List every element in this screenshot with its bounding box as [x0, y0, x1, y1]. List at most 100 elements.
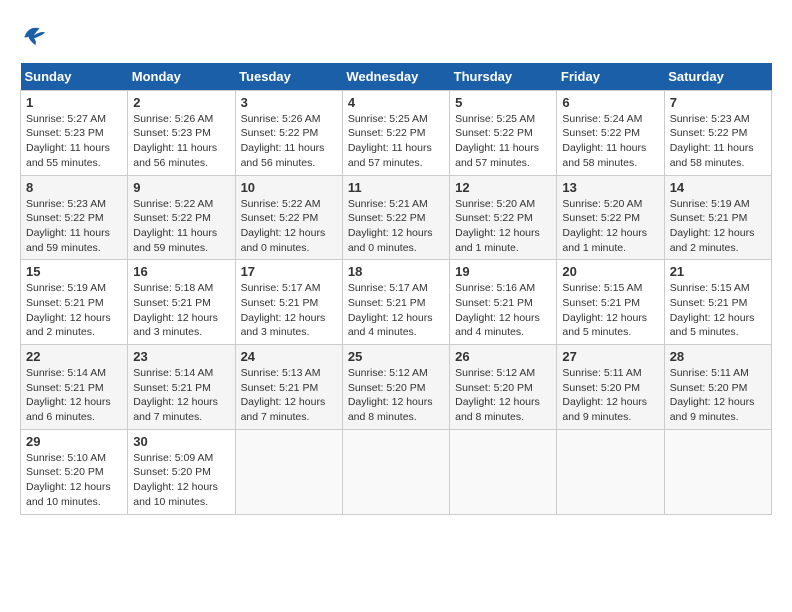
day-info: Sunrise: 5:17 AMSunset: 5:21 PMDaylight:…	[348, 281, 444, 340]
day-info: Sunrise: 5:17 AMSunset: 5:21 PMDaylight:…	[241, 281, 337, 340]
weekday-header-wednesday: Wednesday	[342, 63, 449, 91]
day-number: 8	[26, 180, 122, 195]
weekday-header-sunday: Sunday	[21, 63, 128, 91]
day-info: Sunrise: 5:15 AMSunset: 5:21 PMDaylight:…	[670, 281, 766, 340]
calendar-cell: 15 Sunrise: 5:19 AMSunset: 5:21 PMDayligh…	[21, 260, 128, 345]
calendar-cell: 9Sunrise: 5:22 AMSunset: 5:22 PMDaylight…	[128, 175, 235, 260]
calendar-cell: 29 Sunrise: 5:10 AMSunset: 5:20 PMDayligh…	[21, 429, 128, 514]
day-number: 12	[455, 180, 551, 195]
day-number: 18	[348, 264, 444, 279]
day-info: Sunrise: 5:22 AMSunset: 5:22 PMDaylight:…	[241, 197, 337, 256]
calendar-cell	[557, 429, 664, 514]
weekday-header-tuesday: Tuesday	[235, 63, 342, 91]
calendar-cell	[450, 429, 557, 514]
calendar-cell: 17 Sunrise: 5:17 AMSunset: 5:21 PMDayligh…	[235, 260, 342, 345]
day-info: Sunrise: 5:13 AMSunset: 5:21 PMDaylight:…	[241, 366, 337, 425]
calendar-cell: 30 Sunrise: 5:09 AMSunset: 5:20 PMDayligh…	[128, 429, 235, 514]
day-info: Sunrise: 5:26 AMSunset: 5:23 PMDaylight:…	[133, 112, 229, 171]
week-row-3: 15 Sunrise: 5:19 AMSunset: 5:21 PMDayligh…	[21, 260, 772, 345]
calendar-cell: 4Sunrise: 5:25 AMSunset: 5:22 PMDaylight…	[342, 90, 449, 175]
week-row-2: 8 Sunrise: 5:23 AMSunset: 5:22 PMDaylight…	[21, 175, 772, 260]
day-number: 29	[26, 434, 122, 449]
day-info: Sunrise: 5:25 AMSunset: 5:22 PMDaylight:…	[455, 112, 551, 171]
weekday-header-saturday: Saturday	[664, 63, 771, 91]
calendar-table: SundayMondayTuesdayWednesdayThursdayFrid…	[20, 63, 772, 515]
calendar-cell	[235, 429, 342, 514]
week-row-1: 1Sunrise: 5:27 AMSunset: 5:23 PMDaylight…	[21, 90, 772, 175]
day-info: Sunrise: 5:26 AMSunset: 5:22 PMDaylight:…	[241, 112, 337, 171]
day-info: Sunrise: 5:16 AMSunset: 5:21 PMDaylight:…	[455, 281, 551, 340]
calendar-cell: 16 Sunrise: 5:18 AMSunset: 5:21 PMDayligh…	[128, 260, 235, 345]
day-number: 16	[133, 264, 229, 279]
weekday-header-thursday: Thursday	[450, 63, 557, 91]
day-number: 25	[348, 349, 444, 364]
calendar-cell: 8 Sunrise: 5:23 AMSunset: 5:22 PMDaylight…	[21, 175, 128, 260]
calendar-cell: 1Sunrise: 5:27 AMSunset: 5:23 PMDaylight…	[21, 90, 128, 175]
calendar-cell: 21 Sunrise: 5:15 AMSunset: 5:21 PMDayligh…	[664, 260, 771, 345]
day-number: 10	[241, 180, 337, 195]
logo	[20, 20, 48, 53]
day-number: 6	[562, 95, 658, 110]
day-info: Sunrise: 5:12 AMSunset: 5:20 PMDaylight:…	[455, 366, 551, 425]
calendar-cell: 3 Sunrise: 5:26 AMSunset: 5:22 PMDaylight…	[235, 90, 342, 175]
day-number: 13	[562, 180, 658, 195]
day-info: Sunrise: 5:15 AMSunset: 5:21 PMDaylight:…	[562, 281, 658, 340]
day-info: Sunrise: 5:19 AMSunset: 5:21 PMDaylight:…	[670, 197, 766, 256]
day-number: 24	[241, 349, 337, 364]
calendar-cell: 5Sunrise: 5:25 AMSunset: 5:22 PMDaylight…	[450, 90, 557, 175]
day-number: 2	[133, 95, 229, 110]
calendar-cell: 14 Sunrise: 5:19 AMSunset: 5:21 PMDayligh…	[664, 175, 771, 260]
calendar-cell: 22 Sunrise: 5:14 AMSunset: 5:21 PMDayligh…	[21, 345, 128, 430]
day-info: Sunrise: 5:14 AMSunset: 5:21 PMDaylight:…	[133, 366, 229, 425]
page-header	[20, 20, 772, 53]
day-info: Sunrise: 5:20 AMSunset: 5:22 PMDaylight:…	[562, 197, 658, 256]
day-info: Sunrise: 5:18 AMSunset: 5:21 PMDaylight:…	[133, 281, 229, 340]
calendar-body: 1Sunrise: 5:27 AMSunset: 5:23 PMDaylight…	[21, 90, 772, 514]
calendar-cell: 27 Sunrise: 5:11 AMSunset: 5:20 PMDayligh…	[557, 345, 664, 430]
day-info: Sunrise: 5:19 AMSunset: 5:21 PMDaylight:…	[26, 281, 122, 340]
calendar-cell	[664, 429, 771, 514]
day-number: 19	[455, 264, 551, 279]
calendar-cell: 13 Sunrise: 5:20 AMSunset: 5:22 PMDayligh…	[557, 175, 664, 260]
day-number: 22	[26, 349, 122, 364]
day-number: 28	[670, 349, 766, 364]
weekday-header-friday: Friday	[557, 63, 664, 91]
day-info: Sunrise: 5:20 AMSunset: 5:22 PMDaylight:…	[455, 197, 551, 256]
calendar-cell: 19 Sunrise: 5:16 AMSunset: 5:21 PMDayligh…	[450, 260, 557, 345]
calendar-cell: 28 Sunrise: 5:11 AMSunset: 5:20 PMDayligh…	[664, 345, 771, 430]
week-row-4: 22 Sunrise: 5:14 AMSunset: 5:21 PMDayligh…	[21, 345, 772, 430]
day-info: Sunrise: 5:12 AMSunset: 5:20 PMDaylight:…	[348, 366, 444, 425]
day-info: Sunrise: 5:11 AMSunset: 5:20 PMDaylight:…	[562, 366, 658, 425]
day-number: 20	[562, 264, 658, 279]
calendar-cell: 24 Sunrise: 5:13 AMSunset: 5:21 PMDayligh…	[235, 345, 342, 430]
calendar-cell	[342, 429, 449, 514]
day-number: 7	[670, 95, 766, 110]
weekday-header-row: SundayMondayTuesdayWednesdayThursdayFrid…	[21, 63, 772, 91]
day-number: 11	[348, 180, 444, 195]
day-number: 23	[133, 349, 229, 364]
day-number: 17	[241, 264, 337, 279]
calendar-cell: 20 Sunrise: 5:15 AMSunset: 5:21 PMDayligh…	[557, 260, 664, 345]
calendar-cell: 11Sunrise: 5:21 AMSunset: 5:22 PMDayligh…	[342, 175, 449, 260]
day-info: Sunrise: 5:09 AMSunset: 5:20 PMDaylight:…	[133, 451, 229, 510]
logo-bird-icon	[20, 20, 48, 48]
day-number: 15	[26, 264, 122, 279]
day-info: Sunrise: 5:11 AMSunset: 5:20 PMDaylight:…	[670, 366, 766, 425]
calendar-cell: 10 Sunrise: 5:22 AMSunset: 5:22 PMDayligh…	[235, 175, 342, 260]
week-row-5: 29 Sunrise: 5:10 AMSunset: 5:20 PMDayligh…	[21, 429, 772, 514]
day-info: Sunrise: 5:25 AMSunset: 5:22 PMDaylight:…	[348, 112, 444, 171]
calendar-cell: 25 Sunrise: 5:12 AMSunset: 5:20 PMDayligh…	[342, 345, 449, 430]
day-info: Sunrise: 5:14 AMSunset: 5:21 PMDaylight:…	[26, 366, 122, 425]
day-info: Sunrise: 5:23 AMSunset: 5:22 PMDaylight:…	[670, 112, 766, 171]
calendar-cell: 26 Sunrise: 5:12 AMSunset: 5:20 PMDayligh…	[450, 345, 557, 430]
calendar-cell: 7 Sunrise: 5:23 AMSunset: 5:22 PMDaylight…	[664, 90, 771, 175]
day-number: 14	[670, 180, 766, 195]
day-number: 27	[562, 349, 658, 364]
calendar-cell: 2 Sunrise: 5:26 AMSunset: 5:23 PMDaylight…	[128, 90, 235, 175]
day-info: Sunrise: 5:10 AMSunset: 5:20 PMDaylight:…	[26, 451, 122, 510]
day-number: 26	[455, 349, 551, 364]
day-number: 3	[241, 95, 337, 110]
day-info: Sunrise: 5:23 AMSunset: 5:22 PMDaylight:…	[26, 197, 122, 256]
day-number: 21	[670, 264, 766, 279]
day-number: 30	[133, 434, 229, 449]
